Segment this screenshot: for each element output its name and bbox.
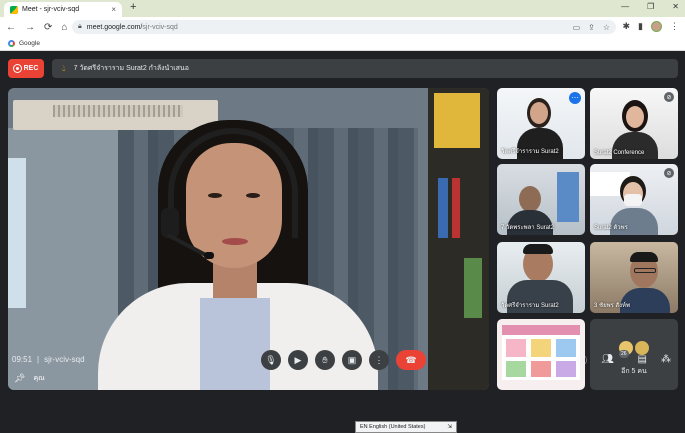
meeting-info: 09:51 | sjr-vciv-sqd [12, 355, 85, 364]
browser-menu-icon[interactable]: ⋮ [670, 21, 679, 32]
reload-button[interactable]: ⟳ [44, 22, 52, 33]
headset-mic-tip [204, 252, 214, 259]
window-controls: — ❐ ✕ [621, 2, 679, 11]
browser-toolbar: ← → ⟳ ⌂ 🔒︎ meet.google.com/sjr-vciv-sqd … [0, 17, 685, 37]
record-icon [13, 65, 21, 72]
presenter-icon: 💧︎ [62, 63, 66, 73]
video-air-conditioner [13, 100, 218, 130]
microphone-icon[interactable]: 🎙︎ [261, 350, 281, 370]
tab-title: Meet - sjr-vciv-sqd [22, 6, 80, 13]
minimize-button[interactable]: — [621, 2, 629, 11]
new-tab-button[interactable]: + [130, 1, 136, 13]
camera-icon[interactable]: ▶ [288, 350, 308, 370]
more-options-icon[interactable]: ⋮ [369, 350, 389, 370]
meet-control-bar: 09:51 | sjr-vciv-sqd 🎙︎ ▶ ✋︎ ▣ ⋮ ☎︎ ⓘ 👥︎… [0, 342, 685, 382]
screen: Meet - sjr-vciv-sqd × + — ❐ ✕ ← → ⟳ ⌂ 🔒︎… [0, 0, 685, 433]
call-controls: 🎙︎ ▶ ✋︎ ▣ ⋮ ☎︎ [261, 350, 426, 370]
bookmarks-bar: Google [0, 37, 685, 51]
tab-close-button[interactable]: × [111, 5, 116, 14]
meet-area: REC 💧︎ 7 วัดศรีจำราราม Surat2 กำลังนำเสน… [0, 51, 685, 433]
nav-buttons: ← → ⟳ ⌂ [6, 22, 67, 33]
address-bar-actions: ▭ ⇪ ☆ [573, 23, 610, 32]
maximize-button[interactable]: ❐ [647, 2, 654, 11]
participant-name: Surat2 Conference [594, 150, 645, 156]
rec-label: REC [23, 65, 39, 72]
presenting-banner: 💧︎ 7 วัดศรีจำราราม Surat2 กำลังนำเสนอ [52, 59, 678, 78]
raise-hand-icon[interactable]: ✋︎ [315, 350, 335, 370]
profile-avatar[interactable] [651, 21, 662, 32]
more-options-icon[interactable]: ⋯ [569, 92, 581, 104]
side-panel-icon[interactable]: ▮ [638, 21, 643, 32]
participant-tile[interactable]: 3 ชัยพร สังห์พ [590, 242, 678, 313]
participant-name: วัดศรีจำราราม Surat2 [501, 149, 559, 155]
close-window-button[interactable]: ✕ [672, 2, 679, 11]
language-indicator[interactable]: EN English (United States) ⇲ [355, 421, 457, 433]
toolbar-right: ✱ ▮ ⋮ [623, 21, 679, 32]
forward-button[interactable]: → [25, 22, 35, 33]
meeting-code: sjr-vciv-sqd [44, 355, 85, 364]
participant-tile[interactable]: ⊘ Surat2 ตัวพร [590, 164, 678, 235]
presenting-text: 7 วัดศรีจำราราม Surat2 กำลังนำเสนอ [73, 65, 189, 72]
info-separator: | [37, 355, 40, 364]
language-expand-icon: ⇲ [447, 424, 452, 430]
meeting-time: 09:51 [12, 355, 33, 364]
participant-name: Surat2 ตัวพร [594, 225, 628, 231]
people-count-badge: 26 [618, 350, 629, 358]
language-text: EN English (United States) [360, 424, 426, 430]
mic-off-icon: ⊘ [664, 168, 674, 178]
mic-off-icon: ⊘ [664, 92, 674, 102]
end-call-icon[interactable]: ☎︎ [396, 350, 426, 370]
address-bar[interactable]: 🔒︎ meet.google.com/sjr-vciv-sqd ▭ ⇪ ☆ [72, 20, 616, 34]
participant-name: 7 วัดพระพลา Surat2 [501, 225, 555, 231]
browser-tab-bar: Meet - sjr-vciv-sqd × + — ❐ ✕ [0, 0, 685, 17]
participant-name: วัดศรีจำราราม Surat2 [501, 303, 559, 309]
participant-name: 3 ชัยพร สังห์พ [594, 303, 630, 309]
activities-icon[interactable]: ⁂ [661, 354, 671, 365]
meet-favicon-icon [10, 5, 18, 14]
google-logo-icon [8, 40, 15, 47]
cast-icon[interactable]: ▭ [573, 23, 581, 32]
participant-tile[interactable]: 7 วัดพระพลา Surat2 [497, 164, 585, 235]
url-host: meet.google.com/ [86, 23, 143, 31]
bookmark-star-icon[interactable]: ☆ [603, 23, 610, 32]
chat-icon[interactable]: ▤ [638, 354, 647, 365]
recording-badge: REC [8, 59, 44, 78]
share-icon[interactable]: ⇪ [588, 23, 595, 32]
url-path: sjr-vciv-sqd [142, 23, 178, 31]
back-button[interactable]: ← [6, 22, 16, 33]
participant-tile[interactable]: ⊘ Surat2 Conference [590, 88, 678, 159]
side-controls: ⓘ 👥︎ 26 ▤ ⁂ [577, 350, 671, 367]
participant-tile[interactable]: วัดศรีจำราราม Surat2 [497, 242, 585, 313]
participant-tile[interactable]: ⋯ วัดศรีจำราราม Surat2 [497, 88, 585, 159]
people-icon[interactable]: 👥︎ 26 [601, 350, 629, 365]
present-icon[interactable]: ▣ [342, 350, 362, 370]
info-icon[interactable]: ⓘ [577, 352, 587, 367]
browser-tab[interactable]: Meet - sjr-vciv-sqd × [4, 2, 122, 17]
extensions-icon[interactable]: ✱ [623, 21, 631, 32]
home-button[interactable]: ⌂ [61, 22, 67, 33]
lock-icon: 🔒︎ [78, 23, 82, 30]
video-window [8, 158, 26, 308]
bookmark-google[interactable]: Google [19, 40, 40, 47]
